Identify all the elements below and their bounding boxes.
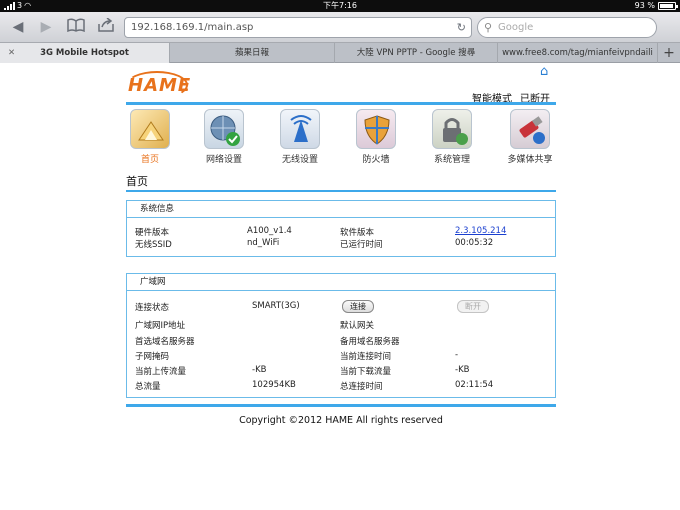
total-time-label: 总连接时间 <box>340 382 383 392</box>
reload-icon[interactable]: ↻ <box>457 18 466 37</box>
nav-network[interactable]: 网络设置 <box>194 109 254 165</box>
download-value: -KB <box>455 365 470 375</box>
system-info-panel: 系统信息 硬件版本 A100_v1.4 软件版本 2.3.105.214 无线S… <box>126 200 556 257</box>
shield-icon <box>356 109 396 149</box>
hw-version-label: 硬件版本 <box>135 228 170 238</box>
nav-media[interactable]: 多媒体共享 <box>500 109 560 165</box>
nav-label: 多媒体共享 <box>507 155 553 165</box>
gateway-label: 默认网关 <box>340 321 375 331</box>
page-title: 首页 <box>126 175 148 188</box>
search-input[interactable]: ⚲ Google <box>477 17 657 38</box>
conn-time-label: 当前连接时间 <box>340 352 392 362</box>
main-nav: 首页 网络设置 无线设置 防火墙 系统管理 多媒体共享 <box>126 109 556 165</box>
uptime-value: 00:05:32 <box>455 238 494 248</box>
nav-label: 网络设置 <box>205 155 242 165</box>
wan-ip-label: 广域网IP地址 <box>135 321 186 331</box>
nav-system[interactable]: 系统管理 <box>422 109 482 165</box>
dns1-label: 首选域名服务器 <box>135 337 195 347</box>
clock: 下午7:16 <box>323 1 357 10</box>
search-icon: ⚲ <box>484 21 493 34</box>
nav-home[interactable]: 首页 <box>120 109 180 165</box>
ssid-value: nd_WiFi <box>247 238 280 248</box>
tab-label: www.free8.com/tag/mianfeivpndaili <box>502 48 653 58</box>
upload-label: 当前上传流量 <box>135 367 187 377</box>
forward-icon[interactable]: ▶ <box>38 18 54 36</box>
new-tab-icon[interactable]: + <box>658 43 680 63</box>
globe-check-icon <box>204 109 244 149</box>
close-icon[interactable]: ✕ <box>8 43 15 63</box>
tab-label: 蘋果日報 <box>234 48 269 58</box>
total-traffic-label: 总流量 <box>135 382 161 392</box>
connect-button[interactable]: 连接 <box>342 300 374 313</box>
address-text: 192.168.169.1/main.asp <box>131 22 254 33</box>
disconnect-button[interactable]: 断开 <box>457 300 489 313</box>
bookmarks-icon[interactable] <box>66 18 86 36</box>
hame-logo: HAME <box>126 71 190 99</box>
total-time-value: 02:11:54 <box>455 380 494 390</box>
ssid-label: 无线SSID <box>135 240 172 250</box>
tab-apple-daily[interactable]: 蘋果日報 <box>170 43 335 63</box>
lock-gear-icon <box>432 109 472 149</box>
total-traffic-value: 102954KB <box>252 380 296 390</box>
dns2-label: 备用域名服务器 <box>340 337 400 347</box>
tab-hotspot[interactable]: ✕ 3G Mobile Hotspot <box>0 43 170 63</box>
tab-free8[interactable]: www.free8.com/tag/mianfeivpndaili <box>498 43 658 63</box>
wireless-tower-icon <box>280 109 320 149</box>
conn-status-label: 连接状态 <box>135 303 170 313</box>
tab-label: 3G Mobile Hotspot <box>40 48 129 58</box>
conn-status-value: SMART(3G) <box>252 301 300 311</box>
address-bar[interactable]: 192.168.169.1/main.asp ↻ <box>124 17 472 38</box>
nav-firewall[interactable]: 防火墙 <box>346 109 406 165</box>
battery-percent: 93 % <box>634 1 655 10</box>
subnet-mask-label: 子网掩码 <box>135 352 170 362</box>
search-placeholder: Google <box>498 22 534 33</box>
upload-value: -KB <box>252 365 267 375</box>
back-icon[interactable]: ◀ <box>10 18 26 36</box>
uptime-label: 已运行时间 <box>340 240 383 250</box>
nav-label: 防火墙 <box>362 155 390 165</box>
nav-label: 首页 <box>140 155 159 165</box>
wan-panel: 广域网 连接状态 SMART(3G) 连接 断开 广域网IP地址 默认网关 首选… <box>126 273 556 398</box>
sw-version-link[interactable]: 2.3.105.214 <box>455 226 506 236</box>
nav-wireless[interactable]: 无线设置 <box>270 109 330 165</box>
battery-icon <box>658 2 678 10</box>
download-label: 当前下载流量 <box>340 367 392 377</box>
browser-toolbar: ◀ ▶ 192.168.169.1/main.asp ↻ ⚲ Google <box>0 12 680 43</box>
conn-time-value: - <box>455 350 459 360</box>
header-divider <box>126 102 556 105</box>
status-bar: 3 ◠ 下午7:16 93 % <box>0 0 680 12</box>
hw-version-value: A100_v1.4 <box>247 226 292 236</box>
title-divider <box>126 190 556 192</box>
share-icon[interactable] <box>96 17 116 36</box>
panel-title: 广域网 <box>127 274 555 291</box>
tab-google-search[interactable]: 大陸 VPN PPTP - Google 搜尋 <box>335 43 498 63</box>
nav-label: 系统管理 <box>433 155 470 165</box>
footer-divider <box>126 404 556 407</box>
copyright: Copyright ©2012 HAME All rights reserved <box>239 415 443 426</box>
sw-version-label: 软件版本 <box>340 228 375 238</box>
nav-label: 无线设置 <box>281 155 318 165</box>
usb-share-icon <box>510 109 550 149</box>
home-icon[interactable]: ⌂ <box>540 64 548 79</box>
tab-label: 大陸 VPN PPTP - Google 搜尋 <box>356 48 476 58</box>
panel-title: 系统信息 <box>127 201 555 218</box>
home-icon <box>130 109 170 149</box>
tab-bar: ✕ 3G Mobile Hotspot 蘋果日報 大陸 VPN PPTP - G… <box>0 43 680 63</box>
